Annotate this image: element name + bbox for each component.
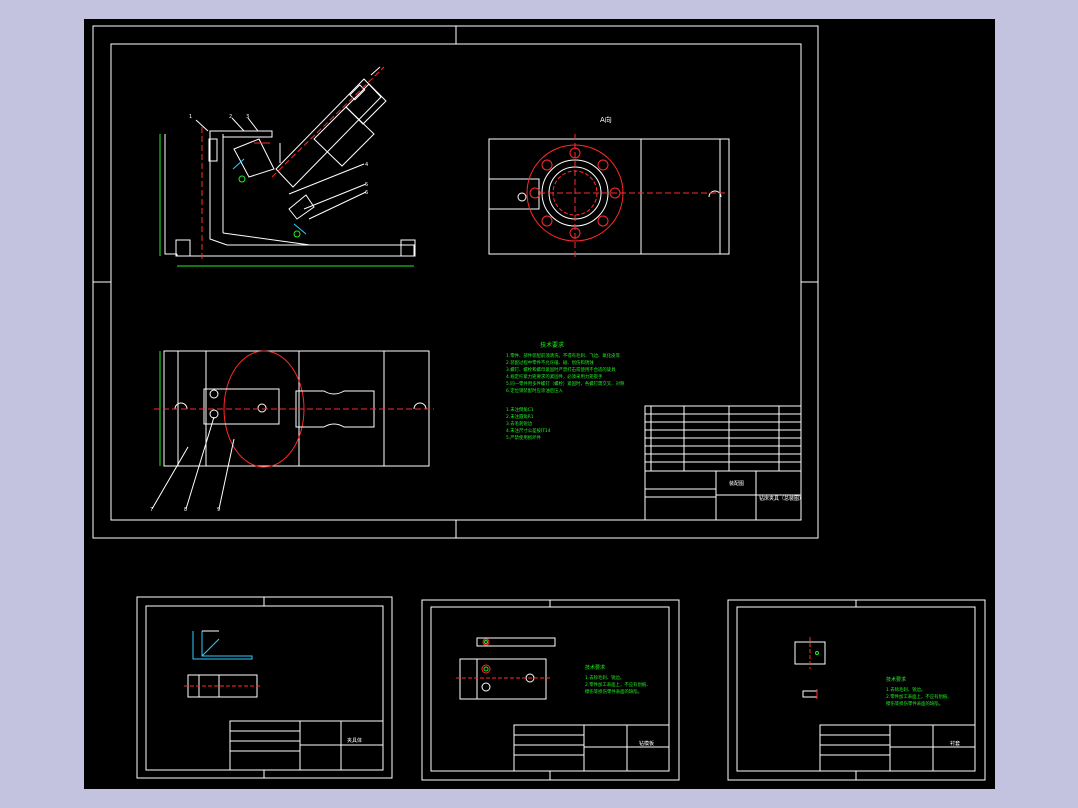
sheet-4-tech-req-line: 擦伤等损伤零件表面的缺陷。 (886, 700, 943, 707)
balloon-label: 5 (365, 182, 368, 188)
cad-viewport[interactable]: A向 技术要求 1.零件、部件装配前须清洗，不得有毛刺、飞边、氧化皮等 2.装配… (84, 19, 995, 789)
tech-req-line: 6.定位销装配时应涂油后压入 (506, 387, 563, 394)
tech-req-line: 2.装配过程中零件不允许磕、碰、划伤和锈蚀 (506, 359, 594, 366)
tech-req-line: 1.未注倒角C1 (506, 406, 534, 413)
main-sheet-outer-border (92, 25, 819, 539)
balloon-label: 1 (189, 114, 192, 120)
side-view (151, 350, 430, 510)
balloon-label: 7 (150, 507, 153, 513)
balloon-label: 8 (184, 507, 187, 513)
sheet-4-tech-req-title: 技术要求 (886, 676, 906, 683)
sheet-2 (136, 596, 393, 779)
drawing-canvas[interactable]: A向 技术要求 1.零件、部件装配前须清洗，不得有毛刺、飞边、氧化皮等 2.装配… (84, 19, 995, 789)
tech-req-line: 5.严禁使用损坏件 (506, 434, 542, 441)
tech-req-list: 1.零件、部件装配前须清洗，不得有毛刺、飞边、氧化皮等 2.装配过程中零件不允许… (506, 352, 625, 441)
balloon-label: 2 (229, 114, 232, 120)
sheet-4 (727, 599, 986, 781)
balloon-label: 3 (246, 114, 249, 120)
front-view (159, 66, 416, 267)
tech-req-title: 技术要求 (540, 341, 564, 349)
sheet-3-tech-req-line: 擦伤等损伤零件表面的缺陷。 (585, 688, 642, 695)
tech-req-line: 4.未注尺寸公差按IT14 (506, 427, 551, 434)
tech-req-line: 3.去毛刺锐边 (506, 420, 533, 427)
sheet-3-title-block-name: 钻模板 (639, 740, 654, 747)
view-label-a: A向 (600, 115, 612, 124)
tech-req-line: 4.规定拧紧力矩要求的紧固件，必须采用力矩扳手 (506, 373, 603, 380)
tech-req-line: 2.未注圆角R1 (506, 413, 534, 420)
sheet-3-tech-req-title: 技术要求 (585, 664, 605, 671)
main-title-block-name: 钻床夹具（总装图） (759, 495, 804, 502)
tech-req-line: 5.同一零件用多件螺钉（螺栓）紧固时，各螺钉需交叉、对称 (506, 380, 625, 387)
sheet-4-tech-req-line: 2.零件加工表面上，不应有划痕、 (886, 693, 952, 700)
sheet-3-tech-req-line: 1.去除毛刺、锐边。 (585, 674, 624, 681)
balloon-label: 6 (365, 190, 368, 196)
balloon-label: 9 (217, 507, 220, 513)
main-sheet-inner-border (110, 43, 802, 521)
tech-req-line: 1.零件、部件装配前须清洗，不得有毛刺、飞边、氧化皮等 (506, 352, 621, 359)
top-view (488, 138, 730, 255)
sheet-3-tech-req-line: 2.零件加工表面上，不应有划痕、 (585, 681, 651, 688)
sheet-2-title-block-name: 夹具体 (347, 737, 362, 744)
main-sheet (92, 25, 819, 539)
balloon-label: 4 (365, 162, 368, 168)
main-title-block-drawing-no: 装配图 (729, 480, 744, 487)
tech-req-line: 3.螺钉、螺栓和螺母紧固时严禁打击或使用不合适的旋具 (506, 366, 616, 373)
sheet-4-tech-req-line: 1.去除毛刺、锐边。 (886, 686, 925, 693)
main-title-block (644, 405, 802, 521)
sheet-4-title-block-name: 衬套 (950, 740, 960, 747)
